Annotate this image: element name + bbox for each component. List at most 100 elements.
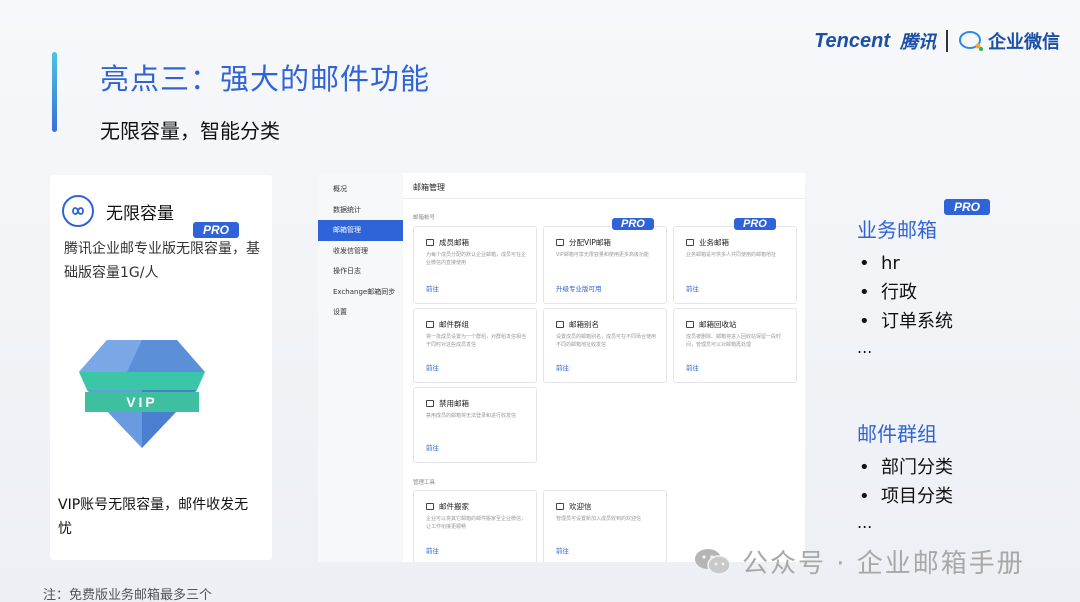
list-item-text: 订单系统 xyxy=(881,311,953,332)
business-more: ... xyxy=(857,338,873,357)
mailbox-tile[interactable]: 邮箱回收站成员被删除、邮箱将进入回收站保留一段时间，管理员可以对邮箱再处理前往 xyxy=(673,308,797,383)
title-divider xyxy=(403,198,805,199)
bullet: • xyxy=(859,282,870,303)
sidebar-item[interactable]: Exchange邮箱同步 xyxy=(318,282,403,303)
sidebar-item[interactable]: 邮箱管理 xyxy=(318,220,403,241)
mailbox-tile[interactable]: 邮件群组将一批成员设置为一个群组，对群组发信相当于同时对这些成员发信前往 xyxy=(413,308,537,383)
tile-title: 欢迎信 xyxy=(569,502,592,511)
list-item-text: 项目分类 xyxy=(881,486,953,507)
mailbox-tile[interactable]: 业务邮箱业务邮箱是可供多人共同使用的邮箱地址前往 PRO xyxy=(673,218,797,304)
list-item: • 行政 xyxy=(857,278,953,307)
tile-link[interactable]: 前往 xyxy=(686,283,699,293)
tile-header: 成员邮箱 xyxy=(426,237,469,248)
mailbox-tile[interactable]: 成员邮箱为每个成员分配的默认企业邮箱，成员可在企业微信内直接使用前往 xyxy=(413,226,537,304)
tile-title: 业务邮箱 xyxy=(699,238,729,247)
unlimited-capacity-card: 无限容量 PRO 腾讯企业邮专业版无限容量，基础版容量1G/人 VIP VIP账… xyxy=(50,175,272,560)
tile-title: 分配VIP邮箱 xyxy=(569,238,611,247)
mail-group-heading: 邮件群组 xyxy=(857,422,937,446)
card-description: 腾讯企业邮专业版无限容量，基础版容量1G/人 xyxy=(64,241,260,281)
card-title: 无限容量 xyxy=(106,203,174,224)
bullet: • xyxy=(859,311,870,332)
tile-link[interactable]: 前往 xyxy=(556,362,569,372)
tile-link[interactable]: 前往 xyxy=(426,442,439,452)
vip-label: VIP xyxy=(126,394,158,410)
tile-header: 邮件搬家 xyxy=(426,501,469,512)
tile-link[interactable]: 前往 xyxy=(426,283,439,293)
tile-description: 禁用成员的邮箱将无法登录和进行收发信 xyxy=(426,413,517,419)
tile-description: 企业可以将其它邮箱的邮件搬家至企业微信，让工作衔接更顺畅 xyxy=(426,516,527,530)
mailbox-tile[interactable]: 禁用邮箱 禁用成员的邮箱将无法登录和进行收发信 前往 xyxy=(413,387,537,463)
tile-description: 将一批成员设置为一个群组，对群组发信相当于同时对这些成员发信 xyxy=(426,334,527,348)
tile-icon xyxy=(686,321,694,328)
admin-main: 邮箱管理 邮箱帐号 管理工具 成员邮箱为每个成员分配的默认企业邮箱，成员可在企业… xyxy=(403,173,805,562)
tile-title: 邮件群组 xyxy=(439,320,469,329)
bullet: • xyxy=(859,457,870,478)
wechat-icon xyxy=(694,547,732,577)
business-mailbox-list: 业务邮箱 • hr • 行政 • 订单系统 ... xyxy=(857,214,953,360)
sidebar-item[interactable]: 操作日志 xyxy=(318,261,403,282)
business-pro-badge: PRO xyxy=(944,199,991,215)
tile-icon xyxy=(426,400,434,407)
tile-description: 成员被删除、邮箱将进入回收站保留一段时间，管理员可以对邮箱再处理 xyxy=(686,334,782,348)
card-header: 无限容量 xyxy=(62,195,174,227)
sidebar-item[interactable]: 数据统计 xyxy=(318,200,403,221)
footnote: 注：免费版业务邮箱最多三个 xyxy=(43,588,213,602)
tile-description: 业务邮箱是可供多人共同使用的邮箱地址 xyxy=(686,252,777,258)
tile-icon xyxy=(426,239,434,246)
card-footer-text: VIP账号无限容量，邮件收发无忧 xyxy=(58,497,249,537)
admin-page-title: 邮箱管理 xyxy=(413,183,445,192)
tile-title: 成员邮箱 xyxy=(439,238,469,247)
bullet: • xyxy=(859,486,870,507)
sidebar-item[interactable]: 概况 xyxy=(318,179,403,200)
tile-icon xyxy=(426,503,434,510)
sidebar-list: 概况 数据统计 邮箱管理 收发信管理 操作日志 Exchange邮箱同步 设置 xyxy=(318,179,403,323)
mailbox-tile[interactable]: 邮件搬家企业可以将其它邮箱的邮件搬家至企业微信，让工作衔接更顺畅前往 xyxy=(413,490,537,562)
sidebar-item[interactable]: 设置 xyxy=(318,302,403,323)
wework-logo: 企业微信 xyxy=(958,28,1060,54)
tile-header: 欢迎信 xyxy=(556,501,592,512)
tile-description: 管理员可设置新加入成员收到的欢迎信 xyxy=(556,516,642,522)
mail-group-items: • 部门分类 • 项目分类 xyxy=(857,453,953,511)
list-item-text: 部门分类 xyxy=(881,457,953,478)
tile-description: 设置成员的邮箱别名，成员可在不同场合使用不同的邮箱地址收发信 xyxy=(556,334,657,348)
tile-icon xyxy=(556,321,564,328)
mailbox-tile[interactable]: 分配VIP邮箱 VIP邮箱可享无限容量和使用更多高级功能升级专业版可用 PRO xyxy=(543,218,667,304)
list-item: • hr xyxy=(857,249,953,278)
tile-description: VIP邮箱可享无限容量和使用更多高级功能 xyxy=(556,252,649,258)
sidebar-item[interactable]: 收发信管理 xyxy=(318,241,403,262)
tile-title: 邮件搬家 xyxy=(439,502,469,511)
tile-link[interactable]: 前往 xyxy=(426,545,439,555)
tile-link[interactable]: 前往 xyxy=(556,545,569,555)
tile-icon xyxy=(556,503,564,510)
list-item: • 项目分类 xyxy=(857,482,953,511)
tile-header: 邮件群组 xyxy=(426,319,469,330)
tile-title: 邮箱别名 xyxy=(569,320,599,329)
tile-header: 业务邮箱 xyxy=(686,237,729,248)
pro-badge: PRO xyxy=(193,222,240,238)
tile-icon xyxy=(426,321,434,328)
business-mailbox-heading: 业务邮箱 xyxy=(857,218,937,242)
business-mailbox-items: • hr • 行政 • 订单系统 xyxy=(857,249,953,336)
list-item-text: hr xyxy=(881,253,900,274)
wework-icon xyxy=(958,30,984,52)
slide-subtitle: 无限容量，智能分类 xyxy=(100,119,280,143)
tile-header: 分配VIP邮箱 xyxy=(556,237,611,248)
list-item: • 订单系统 xyxy=(857,307,953,336)
list-item: • 部门分类 xyxy=(857,453,953,482)
mailbox-tile[interactable]: 邮箱别名设置成员的邮箱别名，成员可在不同场合使用不同的邮箱地址收发信前往 xyxy=(543,308,667,383)
infinity-icon xyxy=(62,195,94,227)
tile-pro-badge: PRO xyxy=(612,218,654,230)
mailbox-tile[interactable]: 欢迎信管理员可设置新加入成员收到的欢迎信前往 xyxy=(543,490,667,562)
section-label-accounts: 邮箱帐号 xyxy=(413,215,436,221)
tile-pro-badge: PRO xyxy=(734,218,776,230)
tile-title: 邮箱回收站 xyxy=(699,320,737,329)
tile-link[interactable]: 前往 xyxy=(426,362,439,372)
tile-description: 为每个成员分配的默认企业邮箱，成员可在企业微信内直接使用 xyxy=(426,252,527,266)
tile-link[interactable]: 升级专业版可用 xyxy=(556,283,602,293)
group-more: ... xyxy=(857,513,873,532)
tile-link[interactable]: 前往 xyxy=(686,362,699,372)
section-label-tools: 管理工具 xyxy=(413,480,436,486)
watermark: 公众号 · 企业邮箱手册 xyxy=(694,543,1025,580)
vip-diamond-icon: VIP xyxy=(77,340,207,450)
title-accent-bar xyxy=(52,52,57,132)
